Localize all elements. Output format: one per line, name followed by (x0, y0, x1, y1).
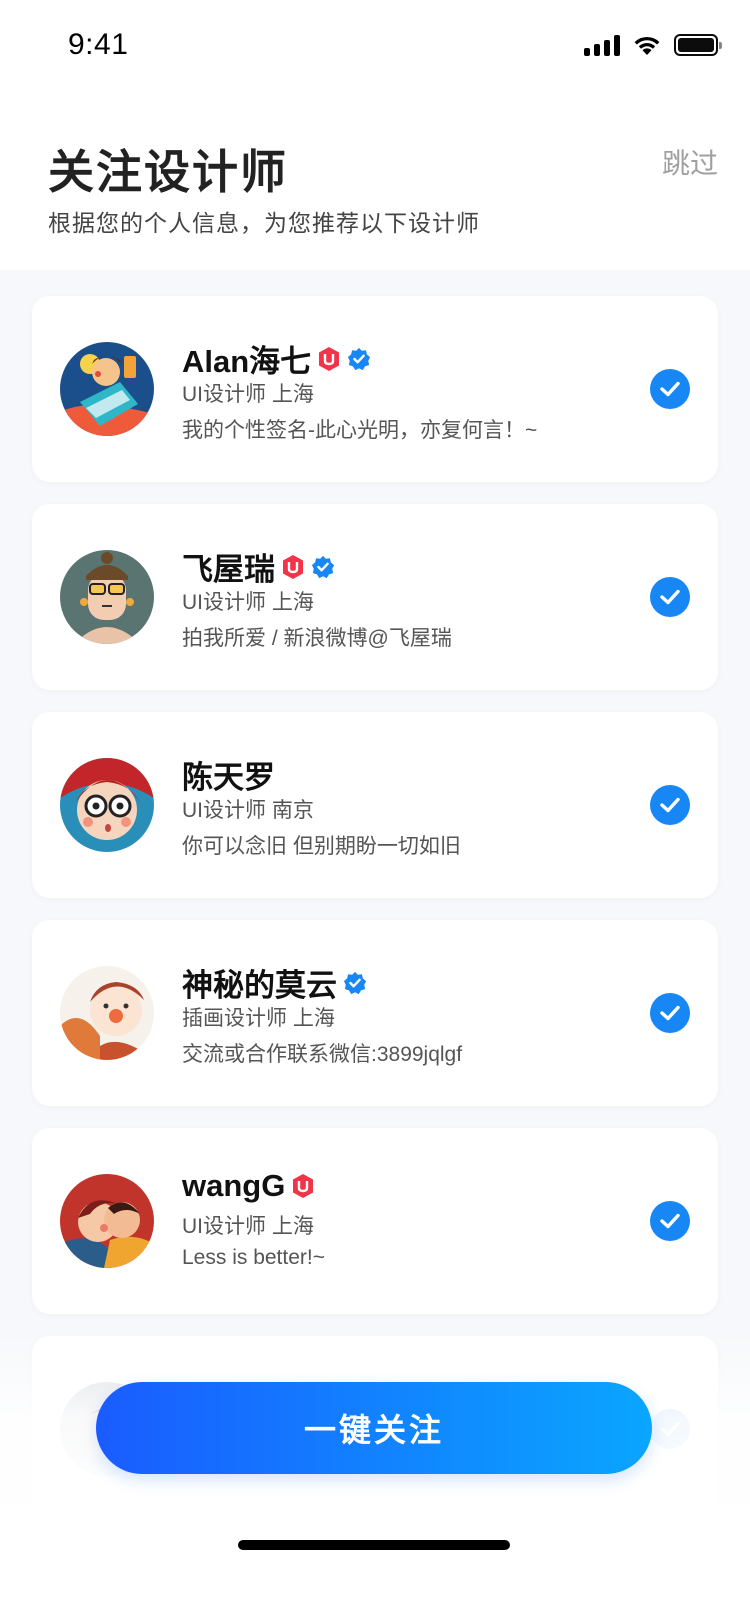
skip-button[interactable]: 跳过 (662, 142, 718, 182)
designer-role: 插画设计师 上海 (182, 1007, 335, 1030)
designer-name-row: Alan海七 (182, 336, 371, 381)
designer-name-row: 飞屋瑞 (182, 544, 335, 589)
designer-name: 飞屋瑞 (182, 552, 275, 587)
follow-checkbox[interactable] (650, 993, 690, 1033)
home-indicator (238, 1540, 510, 1550)
designer-role: UI设计师 南京 (182, 799, 314, 822)
checkmark-icon (660, 381, 680, 397)
designer-card[interactable]: 陈天罗 UI设计师 南京 你可以念旧 但别期盼一切如旧 (32, 712, 718, 898)
verified-icon (311, 555, 335, 578)
ui-badge-icon (283, 554, 303, 579)
status-time: 9:41 (68, 28, 129, 61)
designer-name-row: wangG (182, 1168, 315, 1204)
designer-role: UI设计师 上海 (182, 591, 314, 614)
designer-name: wangG (182, 1168, 286, 1203)
ui-badge-icon (293, 1174, 314, 1198)
battery-icon (674, 34, 722, 56)
designer-role: UI设计师 上海 (182, 383, 314, 406)
designer-card[interactable]: Alan海七 UI设计师 上海 我的个性签名-此心光明，亦复何言！~ (32, 296, 718, 482)
designer-name-row: 神秘的莫云 (182, 960, 367, 1005)
designer-card[interactable]: 飞屋瑞 UI设计师 上海 拍我所爱 / 新浪微博@飞屋瑞 (32, 504, 718, 690)
designer-signature: Less is better!~ (182, 1246, 325, 1269)
avatar (60, 966, 154, 1060)
status-bar: 9:41 (0, 0, 750, 88)
designer-signature: 交流或合作联系微信:3899jqlgf (182, 1043, 463, 1066)
verified-icon (348, 347, 371, 370)
avatar (60, 550, 154, 644)
checkmark-icon (660, 1005, 680, 1021)
designer-name: Alan海七 (182, 344, 312, 379)
follow-checkbox[interactable] (650, 577, 690, 617)
designer-role: UI设计师 上海 (182, 1215, 314, 1238)
follow-checkbox[interactable] (650, 785, 690, 825)
checkmark-icon (660, 797, 680, 813)
cellular-signal-icon (584, 34, 620, 56)
follow-checkbox[interactable] (650, 1201, 690, 1241)
follow-designers-screen: 9:41 关注设计师 跳过 根据您的个人信息，为您推荐以下设计师 Alan海七 … (0, 0, 750, 1624)
verified-icon (343, 971, 367, 994)
designer-card[interactable]: wangG UI设计师 上海 Less is better!~ (32, 1128, 718, 1314)
designer-signature: 你可以念旧 但别期盼一切如旧 (182, 835, 461, 858)
checkmark-icon (660, 1213, 680, 1229)
designer-name: 陈天罗 (182, 760, 275, 795)
avatar (60, 758, 154, 852)
designer-name-row: 陈天罗 (182, 752, 275, 797)
designer-card[interactable]: 神秘的莫云 插画设计师 上海 交流或合作联系微信:3899jqlgf (32, 920, 718, 1106)
designer-signature: 拍我所爱 / 新浪微博@飞屋瑞 (182, 627, 452, 650)
ui-badge-icon (319, 346, 340, 371)
page-title: 关注设计师 (48, 146, 288, 198)
designer-name: 神秘的莫云 (182, 968, 337, 1003)
avatar (60, 1174, 154, 1268)
follow-all-button[interactable]: 一键关注 (96, 1382, 652, 1474)
status-icons (584, 34, 722, 56)
follow-checkbox[interactable] (650, 369, 690, 409)
avatar (60, 342, 154, 436)
page-subtitle: 根据您的个人信息，为您推荐以下设计师 (48, 210, 480, 236)
wifi-icon (634, 36, 660, 55)
designer-signature: 我的个性签名-此心光明，亦复何言！~ (182, 419, 538, 442)
checkmark-icon (660, 589, 680, 605)
